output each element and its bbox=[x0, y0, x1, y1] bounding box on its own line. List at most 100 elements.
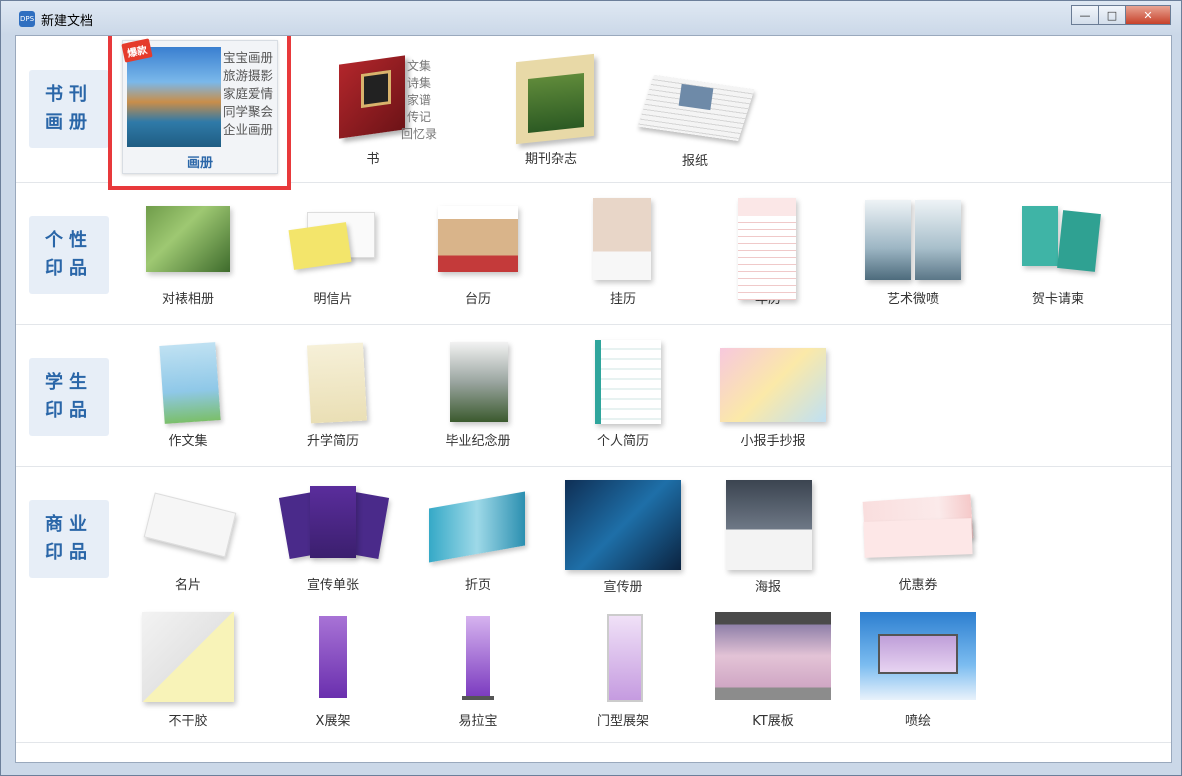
album-tag: 同学聚会 bbox=[223, 104, 274, 119]
item-label: 名片 bbox=[174, 578, 201, 593]
section-business: 商业 印品 名片 宣传单张 折页 宣传册 海报 优惠券 不干胶 X展架 易拉宝 … bbox=[16, 466, 1171, 743]
template-item-photo-album[interactable]: 对裱相册 bbox=[123, 198, 253, 307]
essay-collection-thumbnail bbox=[142, 340, 234, 424]
kt-board-thumbnail bbox=[715, 612, 831, 704]
template-item-sticker[interactable]: 不干胶 bbox=[123, 612, 253, 729]
title-bar[interactable]: DPS 新建文档 — □ ✕ bbox=[1, 1, 1181, 35]
template-item-school-resume[interactable]: 升学简历 bbox=[268, 340, 398, 449]
sticker-thumbnail bbox=[142, 612, 234, 704]
new-document-window: DPS 新建文档 — □ ✕ 书刊 画册 爆款 宝宝画册 旅游摄影 家庭爱情 同… bbox=[0, 0, 1182, 776]
template-item-kt-board[interactable]: KT展板 bbox=[703, 612, 843, 729]
template-item-booklet[interactable]: 宣传册 bbox=[558, 480, 688, 595]
category-label: 商业 印品 bbox=[29, 500, 109, 578]
item-label: 期刊杂志 bbox=[524, 152, 577, 167]
template-item-x-banner-stand[interactable]: X展架 bbox=[268, 612, 398, 729]
template-gallery: 书刊 画册 爆款 宝宝画册 旅游摄影 家庭爱情 同学聚会 企业画册 画册 书 文… bbox=[15, 35, 1172, 763]
template-item-yearly-calendar[interactable]: 年历 bbox=[703, 198, 833, 307]
close-button[interactable]: ✕ bbox=[1125, 5, 1171, 25]
template-item-wall-calendar[interactable]: 挂历 bbox=[558, 198, 688, 307]
item-label: 明信片 bbox=[313, 292, 353, 307]
template-item-handmade-newspaper[interactable]: 小报手抄报 bbox=[703, 340, 843, 449]
template-item-business-card[interactable]: 名片 bbox=[123, 480, 253, 593]
yearly-calendar-thumbnail bbox=[722, 198, 814, 300]
item-label: 易拉宝 bbox=[458, 714, 498, 729]
item-label: 作文集 bbox=[168, 434, 208, 449]
template-item-door-frame-stand[interactable]: 门型展架 bbox=[558, 612, 688, 729]
item-label: 贺卡请柬 bbox=[1031, 292, 1084, 307]
school-resume-thumbnail bbox=[287, 340, 379, 424]
template-item-magazine[interactable]: 期刊杂志 bbox=[486, 53, 616, 167]
section-personal: 个性 印品 对裱相册 明信片 台历 挂历 艺术微喷 贺卡请柬 bbox=[16, 182, 1171, 325]
item-label: 优惠券 bbox=[898, 578, 938, 593]
item-label: X展架 bbox=[315, 714, 351, 729]
book-tag: 回忆录 bbox=[400, 127, 437, 141]
book-tag: 诗集 bbox=[406, 76, 431, 90]
item-label: 挂历 bbox=[609, 292, 636, 307]
item-label: 小报手抄报 bbox=[740, 434, 806, 449]
template-item-art-print[interactable]: 艺术微喷 bbox=[848, 198, 978, 307]
category-label: 书刊 画册 bbox=[29, 70, 109, 148]
template-item-desk-calendar[interactable]: 台历 bbox=[413, 198, 543, 307]
item-label: 喷绘 bbox=[904, 714, 931, 729]
door-frame-stand-thumbnail bbox=[577, 612, 669, 704]
item-label: 报纸 bbox=[681, 154, 708, 169]
newspaper-thumbnail bbox=[637, 72, 755, 141]
item-label: 不干胶 bbox=[168, 714, 208, 729]
item-label: 折页 bbox=[464, 578, 491, 593]
item-label: KT展板 bbox=[752, 714, 794, 729]
template-item-poster[interactable]: 海报 bbox=[703, 480, 833, 595]
app-icon: DPS bbox=[19, 11, 35, 27]
template-item-inkjet-print[interactable]: 喷绘 bbox=[848, 612, 988, 729]
category-label: 个性 印品 bbox=[29, 216, 109, 294]
template-item-flyer[interactable]: 宣传单张 bbox=[268, 480, 398, 593]
item-label: 台历 bbox=[464, 292, 491, 307]
item-label: 门型展架 bbox=[596, 714, 649, 729]
magazine-thumbnail bbox=[508, 53, 594, 145]
x-banner-stand-thumbnail bbox=[287, 612, 379, 704]
item-label: 宣传册 bbox=[603, 580, 643, 595]
item-label: 对裱相册 bbox=[161, 292, 214, 307]
template-item-greeting-card[interactable]: 贺卡请柬 bbox=[993, 198, 1123, 307]
template-item-newspaper[interactable]: 报纸 bbox=[630, 72, 760, 169]
maximize-button[interactable]: □ bbox=[1098, 5, 1126, 25]
template-item-graduation-book[interactable]: 毕业纪念册 bbox=[413, 340, 543, 449]
greeting-card-thumbnail bbox=[1012, 198, 1104, 282]
item-label: 艺术微喷 bbox=[886, 292, 939, 307]
item-label: 升学简历 bbox=[306, 434, 359, 449]
item-label: 海报 bbox=[754, 580, 781, 595]
album-thumbnail: 爆款 bbox=[121, 38, 221, 147]
template-item-essay-collection[interactable]: 作文集 bbox=[123, 340, 253, 449]
album-tag: 企业画册 bbox=[223, 122, 274, 137]
template-item-coupon[interactable]: 优惠券 bbox=[848, 480, 988, 593]
personal-resume-thumbnail bbox=[577, 340, 669, 424]
template-item-roll-up-banner[interactable]: 易拉宝 bbox=[413, 612, 543, 729]
book-tag: 文集 bbox=[406, 59, 431, 73]
window-title: 新建文档 bbox=[41, 14, 94, 29]
inkjet-print-thumbnail bbox=[860, 612, 976, 704]
template-item-brochure-fold[interactable]: 折页 bbox=[413, 480, 543, 593]
booklet-thumbnail bbox=[565, 480, 681, 570]
wall-calendar-thumbnail bbox=[577, 198, 669, 282]
book-tag: 传记 bbox=[406, 110, 431, 124]
photo-album-thumbnail bbox=[142, 198, 234, 282]
flyer-thumbnail bbox=[278, 480, 390, 568]
section-books: 书刊 画册 爆款 宝宝画册 旅游摄影 家庭爱情 同学聚会 企业画册 画册 书 文… bbox=[16, 36, 1171, 190]
section-student: 学生 印品 作文集 升学简历 毕业纪念册 个人简历 小报手抄报 bbox=[16, 324, 1171, 467]
item-label: 画册 bbox=[186, 156, 213, 171]
roll-up-banner-thumbnail bbox=[432, 612, 524, 704]
category-label: 学生 印品 bbox=[29, 358, 109, 436]
graduation-book-thumbnail bbox=[432, 340, 524, 424]
minimize-button[interactable]: — bbox=[1071, 5, 1099, 25]
item-label: 毕业纪念册 bbox=[445, 434, 511, 449]
coupon-thumbnail bbox=[860, 480, 976, 568]
book-tag: 家谱 bbox=[406, 93, 431, 107]
item-label: 宣传单张 bbox=[306, 578, 359, 593]
template-item-album[interactable]: 爆款 宝宝画册 旅游摄影 家庭爱情 同学聚会 企业画册 画册 bbox=[108, 36, 291, 190]
hot-badge: 爆款 bbox=[121, 38, 153, 63]
album-tag: 家庭爱情 bbox=[223, 86, 274, 101]
item-label: 个人简历 bbox=[596, 434, 649, 449]
postcard-thumbnail bbox=[287, 198, 379, 282]
brochure-fold-thumbnail bbox=[423, 480, 533, 568]
template-item-personal-resume[interactable]: 个人简历 bbox=[558, 340, 688, 449]
template-item-postcard[interactable]: 明信片 bbox=[268, 198, 398, 307]
